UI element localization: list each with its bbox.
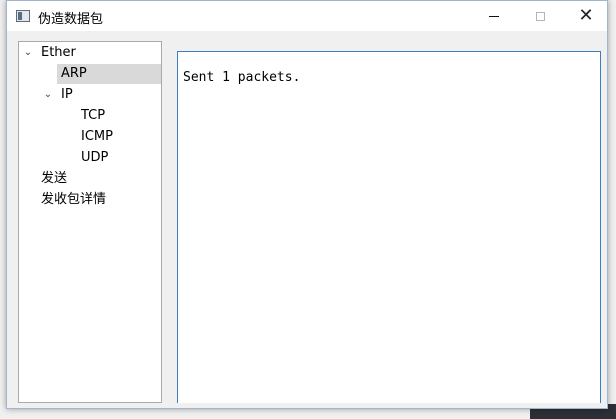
tree-item-label: TCP bbox=[81, 108, 106, 123]
output-text: Sent 1 packets. bbox=[183, 70, 301, 85]
tree-item-label: Ether bbox=[41, 45, 76, 60]
window-title: 伪造数据包 bbox=[38, 12, 104, 27]
maximize-icon bbox=[535, 11, 545, 21]
maximize-button[interactable] bbox=[517, 1, 563, 31]
minimize-button[interactable] bbox=[471, 1, 517, 31]
app-window: 伪造数据包 ✕ ⌄ Ether ARP ⌄ IP TCP ICMP UDP 发送… bbox=[6, 0, 608, 409]
minimize-icon bbox=[489, 15, 499, 17]
tree-item-udp[interactable]: UDP bbox=[78, 148, 111, 168]
chevron-down-icon[interactable]: ⌄ bbox=[23, 43, 33, 63]
chevron-down-icon[interactable]: ⌄ bbox=[43, 85, 53, 105]
tree-item-label: 发收包详情 bbox=[41, 192, 107, 207]
tree-item-tcp[interactable]: TCP bbox=[78, 106, 108, 126]
tree-item-label: IP bbox=[61, 87, 73, 102]
tree-item-ip[interactable]: IP bbox=[58, 85, 76, 105]
tree-item-label: ARP bbox=[61, 66, 87, 81]
output-panel[interactable]: Sent 1 packets. bbox=[177, 51, 601, 403]
title-bar[interactable]: 伪造数据包 ✕ bbox=[7, 1, 607, 31]
tree-item-icmp[interactable]: ICMP bbox=[78, 127, 116, 147]
tree-item-label: UDP bbox=[81, 150, 109, 165]
tree-item-send[interactable]: 发送 bbox=[38, 169, 70, 189]
tree-item-ether[interactable]: Ether bbox=[38, 43, 79, 63]
close-button[interactable]: ✕ bbox=[563, 1, 609, 31]
close-icon: ✕ bbox=[578, 5, 594, 26]
tree-item-label: ICMP bbox=[81, 129, 113, 144]
tree-item-arp[interactable]: ARP bbox=[58, 64, 90, 84]
protocol-tree[interactable]: ⌄ Ether ARP ⌄ IP TCP ICMP UDP 发送 发收包详情 bbox=[18, 41, 162, 403]
app-icon bbox=[16, 10, 30, 22]
tree-item-label: 发送 bbox=[41, 171, 68, 186]
tree-item-packet-details[interactable]: 发收包详情 bbox=[38, 190, 109, 210]
